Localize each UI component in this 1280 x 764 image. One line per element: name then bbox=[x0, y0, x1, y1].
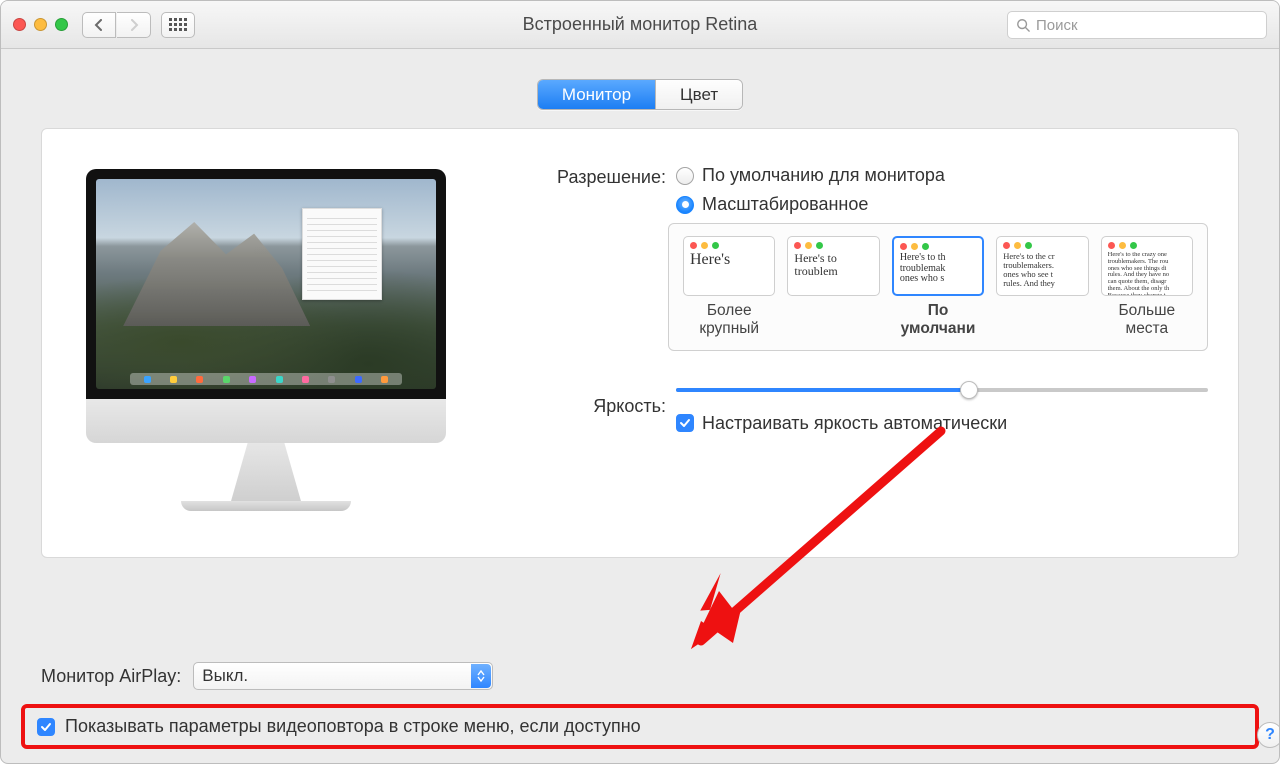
checkbox-checked-icon bbox=[676, 414, 694, 432]
scale-option-3[interactable]: Here's to th troublemak ones who s Поумол… bbox=[892, 236, 984, 338]
airplay-label: Монитор AirPlay: bbox=[41, 666, 181, 687]
mirroring-highlight: Показывать параметры видеоповтора в стро… bbox=[21, 704, 1259, 749]
airplay-select[interactable]: Выкл. bbox=[193, 662, 493, 690]
bottom-area: Монитор AirPlay: Выкл. Показывать параме… bbox=[21, 662, 1259, 749]
resolution-default-label: По умолчанию для монитора bbox=[702, 165, 945, 186]
monitor-illustration bbox=[76, 159, 456, 523]
checkbox-checked-icon[interactable] bbox=[37, 718, 55, 736]
wallpaper-preview bbox=[96, 179, 436, 389]
tab-bar: Монитор Цвет bbox=[41, 79, 1239, 110]
radio-icon bbox=[676, 167, 694, 185]
brightness-label: Яркость: bbox=[486, 394, 676, 417]
resolution-default-radio[interactable]: По умолчанию для монитора bbox=[676, 165, 1208, 186]
scale-options: Here'sБолеекрупныйHere's to troublemHere… bbox=[668, 223, 1208, 351]
close-icon[interactable] bbox=[13, 18, 26, 31]
select-stepper-icon bbox=[471, 664, 491, 688]
resolution-scaled-label: Масштабированное bbox=[702, 194, 868, 215]
auto-brightness-label: Настраивать яркость автоматически bbox=[702, 413, 1007, 434]
search-icon bbox=[1016, 18, 1030, 32]
auto-brightness-checkbox[interactable]: Настраивать яркость автоматически bbox=[676, 413, 1208, 434]
grid-icon bbox=[169, 18, 187, 31]
scale-option-4[interactable]: Here's to the cr troublemakers. ones who… bbox=[996, 236, 1088, 338]
resolution-label: Разрешение: bbox=[486, 165, 676, 188]
scale-thumb: Here's to troublem bbox=[787, 236, 879, 296]
scale-option-5[interactable]: Here's to the crazy one troublemakers. T… bbox=[1101, 236, 1193, 338]
tab-display[interactable]: Монитор bbox=[538, 80, 655, 109]
titlebar: Встроенный монитор Retina bbox=[1, 1, 1279, 49]
scale-thumb: Here's to th troublemak ones who s bbox=[892, 236, 984, 296]
slider-thumb-icon[interactable] bbox=[960, 381, 978, 399]
scale-option-2[interactable]: Here's to troublem bbox=[787, 236, 879, 338]
radio-checked-icon bbox=[676, 196, 694, 214]
help-button[interactable]: ? bbox=[1257, 722, 1280, 748]
settings-column: Разрешение: По умолчанию для монитора Ма… bbox=[486, 159, 1208, 523]
window-body: Монитор Цвет bbox=[1, 49, 1279, 568]
show-all-button[interactable] bbox=[161, 12, 195, 38]
brightness-slider[interactable] bbox=[676, 381, 1208, 399]
settings-panel: Разрешение: По умолчанию для монитора Ма… bbox=[41, 128, 1239, 558]
preferences-window: Встроенный монитор Retina Монитор Цвет bbox=[0, 0, 1280, 764]
scale-option-label: Поумолчани bbox=[892, 302, 984, 338]
scale-thumb: Here's to the cr troublemakers. ones who… bbox=[996, 236, 1088, 296]
window-controls bbox=[13, 18, 68, 31]
airplay-value: Выкл. bbox=[202, 666, 248, 686]
scale-thumb: Here's bbox=[683, 236, 775, 296]
search-input[interactable] bbox=[1036, 17, 1258, 34]
scale-option-label: Болеекрупный bbox=[683, 302, 775, 338]
scale-option-label: Большеместа bbox=[1101, 302, 1193, 338]
scale-thumb: Here's to the crazy one troublemakers. T… bbox=[1101, 236, 1193, 296]
maximize-icon[interactable] bbox=[55, 18, 68, 31]
search-field[interactable] bbox=[1007, 11, 1267, 39]
chevron-left-icon bbox=[94, 19, 104, 31]
forward-button[interactable] bbox=[117, 12, 151, 38]
mirroring-label: Показывать параметры видеоповтора в стро… bbox=[65, 716, 641, 737]
tab-color[interactable]: Цвет bbox=[655, 80, 742, 109]
back-button[interactable] bbox=[82, 12, 116, 38]
minimize-icon[interactable] bbox=[34, 18, 47, 31]
chevron-right-icon bbox=[129, 19, 139, 31]
resolution-scaled-radio[interactable]: Масштабированное bbox=[676, 194, 1208, 215]
nav-buttons bbox=[82, 12, 151, 38]
scale-option-1[interactable]: Here's Болеекрупный bbox=[683, 236, 775, 338]
